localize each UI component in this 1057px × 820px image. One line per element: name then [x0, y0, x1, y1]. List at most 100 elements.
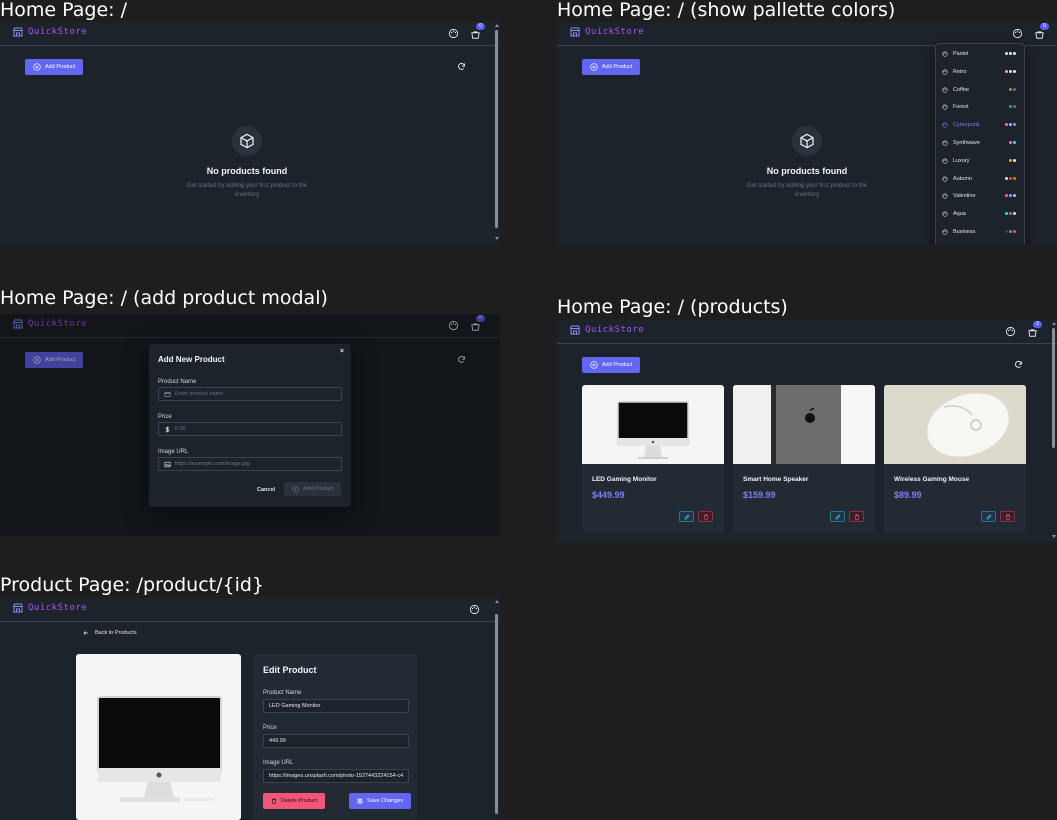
caption-products: Home Page: / (products) — [557, 296, 788, 318]
theme-option[interactable]: Valentine — [942, 190, 1018, 202]
store-icon — [570, 325, 580, 335]
edit-button[interactable] — [830, 511, 845, 522]
theme-swatches — [1005, 212, 1016, 216]
theme-swatches — [1005, 69, 1016, 73]
add-product-label: Add Product — [45, 64, 76, 70]
theme-swatches — [1009, 105, 1016, 109]
trash-icon — [1005, 513, 1010, 520]
logo[interactable]: QuickStore — [569, 324, 644, 336]
palette-icon — [942, 158, 948, 164]
color-swatch — [1005, 52, 1008, 55]
empty-state-subtitle: Get started by adding your first product… — [186, 183, 308, 198]
product-card[interactable]: Wireless Gaming Mouse $89.99 — [884, 385, 1026, 533]
color-swatch — [1009, 176, 1012, 180]
product-image[interactable] — [884, 385, 1026, 464]
save-changes-button[interactable]: Save Changes — [349, 793, 412, 809]
theme-option[interactable]: Aqua — [942, 208, 1018, 220]
submit-add-product-button[interactable]: Add Product — [284, 482, 342, 496]
store-icon — [13, 603, 23, 613]
theme-swatches — [1005, 123, 1016, 127]
palette-icon[interactable] — [1012, 28, 1023, 39]
delete-button[interactable] — [849, 511, 864, 522]
package-icon — [240, 133, 254, 149]
cart-count-badge: 0 — [476, 23, 485, 30]
theme-option[interactable]: Business — [942, 226, 1018, 238]
image-url-input[interactable]: https://images.unsplash.com/photo-152744… — [263, 769, 409, 783]
add-product-button[interactable]: Add Product — [582, 59, 641, 75]
palette-icon[interactable] — [448, 28, 459, 39]
scroll-up-arrow[interactable] — [495, 600, 499, 603]
product-card[interactable]: LED Gaming Monitor $449.99 — [582, 385, 724, 533]
price-placeholder: 0.00 — [175, 426, 186, 432]
delete-button[interactable] — [1000, 511, 1015, 522]
scroll-down-arrow[interactable] — [495, 237, 499, 240]
delete-product-label: Delete Product — [281, 798, 318, 804]
theme-swatches — [1009, 87, 1016, 91]
scrollbar-thumb[interactable] — [495, 30, 498, 228]
color-swatch — [1013, 105, 1016, 109]
logo[interactable]: QuickStore — [12, 26, 87, 38]
scrollbar-thumb[interactable] — [1052, 328, 1055, 448]
refresh-icon[interactable] — [1014, 360, 1023, 369]
plus-circle-icon — [292, 485, 299, 493]
palette-icon[interactable] — [1005, 326, 1016, 337]
color-swatch — [1009, 212, 1012, 216]
app-name: QuickStore — [585, 27, 645, 37]
image-url-placeholder: https://example.com/image.jpg — [175, 461, 250, 467]
theme-name: Aqua — [953, 211, 966, 218]
edit-button[interactable] — [679, 511, 694, 522]
empty-state-badge — [792, 126, 822, 156]
theme-option[interactable]: Retro — [942, 66, 1018, 78]
delete-button[interactable] — [698, 511, 713, 522]
scroll-up-arrow[interactable] — [1052, 322, 1056, 325]
theme-option[interactable]: Synthwave — [942, 137, 1018, 149]
product-name-label: Product Name — [158, 379, 197, 385]
add-product-label: Add Product — [602, 362, 633, 368]
color-swatch — [1013, 212, 1016, 216]
delete-product-button[interactable]: Delete Product — [263, 793, 326, 809]
theme-option[interactable]: Forest — [942, 101, 1018, 113]
theme-option[interactable]: Coffee — [942, 84, 1018, 96]
theme-option[interactable]: Pastel — [942, 48, 1018, 60]
cart-button[interactable]: 0 — [470, 23, 485, 39]
color-swatch — [1013, 194, 1016, 198]
navbar: QuickStore — [0, 598, 500, 622]
cancel-button[interactable]: Cancel — [257, 487, 275, 493]
add-product-modal: Add New Product × Product Name Enter pro… — [149, 344, 351, 507]
palette-icon — [942, 69, 948, 75]
cart-button[interactable]: 3 — [1027, 321, 1042, 337]
cart-button[interactable]: 0 — [1034, 23, 1049, 39]
scroll-up-arrow[interactable] — [495, 24, 499, 27]
product-name-input[interactable]: Enter product name — [158, 387, 342, 401]
scroll-down-arrow[interactable] — [1052, 535, 1056, 538]
modal-close-button[interactable]: × — [340, 348, 344, 355]
color-swatch — [1009, 69, 1012, 73]
add-product-button[interactable]: Add Product — [582, 357, 641, 373]
product-image[interactable] — [733, 385, 875, 464]
scrollbar-thumb[interactable] — [495, 614, 498, 814]
color-swatch — [1009, 230, 1012, 233]
product-name[interactable]: Smart Home Speaker — [743, 476, 808, 483]
image-url-input[interactable]: https://example.com/image.jpg — [158, 457, 342, 471]
product-image[interactable] — [582, 385, 724, 464]
price-input[interactable]: 449.99 — [263, 734, 409, 748]
theme-option[interactable]: Luxury — [942, 155, 1018, 167]
color-swatch — [1009, 158, 1012, 162]
product-name-input[interactable]: LED Gaming Monitor — [263, 699, 409, 713]
logo[interactable]: QuickStore — [569, 26, 644, 38]
back-to-products-link[interactable]: Back to Products — [83, 630, 137, 636]
price-input[interactable]: 0.00 — [158, 422, 342, 436]
trash-icon — [703, 513, 708, 520]
color-swatch — [1013, 69, 1016, 73]
logo[interactable]: QuickStore — [12, 602, 87, 614]
refresh-icon[interactable] — [457, 62, 466, 71]
edit-button[interactable] — [981, 511, 996, 522]
product-name[interactable]: LED Gaming Monitor — [592, 476, 657, 483]
palette-icon[interactable] — [469, 604, 480, 615]
product-card[interactable]: Smart Home Speaker $159.99 — [733, 385, 875, 533]
theme-option[interactable]: Autumn — [942, 173, 1018, 185]
add-product-button[interactable]: Add Product — [25, 59, 84, 75]
theme-option[interactable]: Cyberpunk — [942, 119, 1018, 131]
theme-name: Valentine — [953, 193, 976, 200]
product-name[interactable]: Wireless Gaming Mouse — [894, 476, 969, 483]
